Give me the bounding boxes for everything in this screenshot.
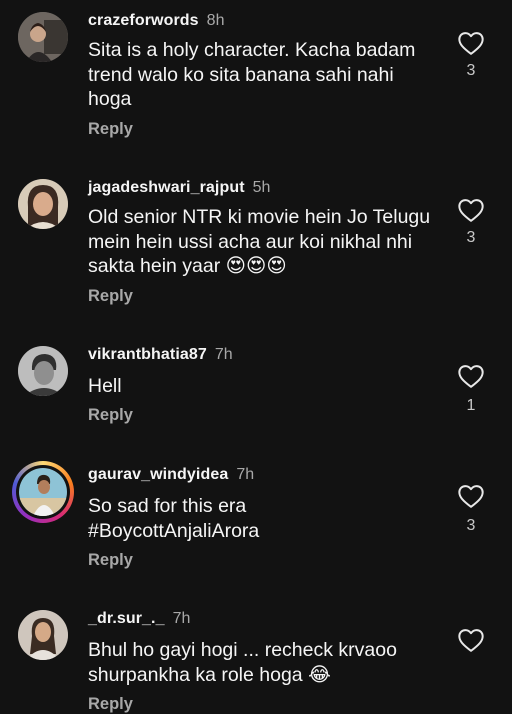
profile-photo-icon [18, 179, 68, 229]
comment-text-content: Bhul ho gayi hogi ... recheck krvaoo shu… [88, 639, 397, 686]
like-button[interactable] [457, 197, 485, 223]
heart-icon [458, 32, 484, 55]
timestamp: 5h [252, 179, 271, 196]
profile-photo-icon [18, 346, 68, 396]
comment-item: gaurav_windyidea 7h So sad for this era #… [0, 461, 512, 576]
avatar-story-ring[interactable] [12, 461, 74, 523]
timestamp: 8h [206, 12, 225, 29]
heart-icon [458, 485, 484, 508]
like-count: 3 [466, 62, 476, 79]
avatar[interactable] [18, 179, 68, 229]
profile-photo-icon [19, 468, 67, 516]
like-button[interactable] [457, 30, 485, 56]
comment-item: _dr.sur_._ 7h Bhul ho gayi hogi ... reche… [0, 610, 512, 713]
comment-text: Sita is a holy character. Kacha badam tr… [88, 39, 416, 110]
comment-item: vikrantbhatia87 7h Hell Reply 1 [0, 346, 512, 442]
username[interactable]: vikrantbhatia87 [88, 346, 207, 363]
comment-text: Old senior NTR ki movie hein Jo Telugu m… [88, 205, 433, 279]
like-button[interactable] [457, 483, 485, 509]
comment-item: crazeforwords 8h Sita is a holy character… [0, 12, 512, 152]
profile-photo-icon [18, 610, 68, 660]
username[interactable]: crazeforwords [88, 12, 199, 29]
username[interactable]: jagadeshwari_rajput [88, 179, 245, 196]
reply-button[interactable]: Reply [88, 695, 133, 714]
heart-icon [458, 365, 484, 388]
avatar[interactable] [18, 610, 68, 660]
laughing-emoji: 😂 [308, 662, 331, 686]
like-count: 1 [466, 397, 476, 414]
reply-button[interactable]: Reply [88, 551, 133, 570]
comments-list: crazeforwords 8h Sita is a holy character… [0, 0, 512, 713]
like-button[interactable] [457, 627, 485, 653]
timestamp: 7h [172, 610, 191, 627]
heart-icon [458, 199, 484, 222]
timestamp: 7h [214, 346, 233, 363]
username[interactable]: gaurav_windyidea [88, 466, 228, 483]
heart-icon [458, 629, 484, 652]
reply-button[interactable]: Reply [88, 120, 133, 139]
comment-text: Bhul ho gayi hogi ... recheck krvaoo shu… [88, 638, 418, 687]
comment-text: So sad for this era #BoycottAnjaliArora [88, 495, 260, 542]
comment-text: Hell [88, 375, 122, 397]
profile-photo-icon [18, 12, 68, 62]
story-ring-profile-photo-icon [19, 468, 67, 516]
avatar[interactable] [18, 346, 68, 396]
like-count: 3 [466, 517, 476, 534]
avatar[interactable] [18, 12, 68, 62]
reply-button[interactable]: Reply [88, 287, 133, 306]
like-button[interactable] [457, 363, 485, 389]
comment-item: jagadeshwari_rajput 5h Old senior NTR ki … [0, 179, 512, 319]
reply-button[interactable]: Reply [88, 406, 133, 425]
like-count: 3 [466, 229, 476, 246]
username[interactable]: _dr.sur_._ [88, 610, 165, 627]
timestamp: 7h [236, 466, 255, 483]
heart-eyes-emoji: 😍😍😍 [225, 254, 287, 277]
